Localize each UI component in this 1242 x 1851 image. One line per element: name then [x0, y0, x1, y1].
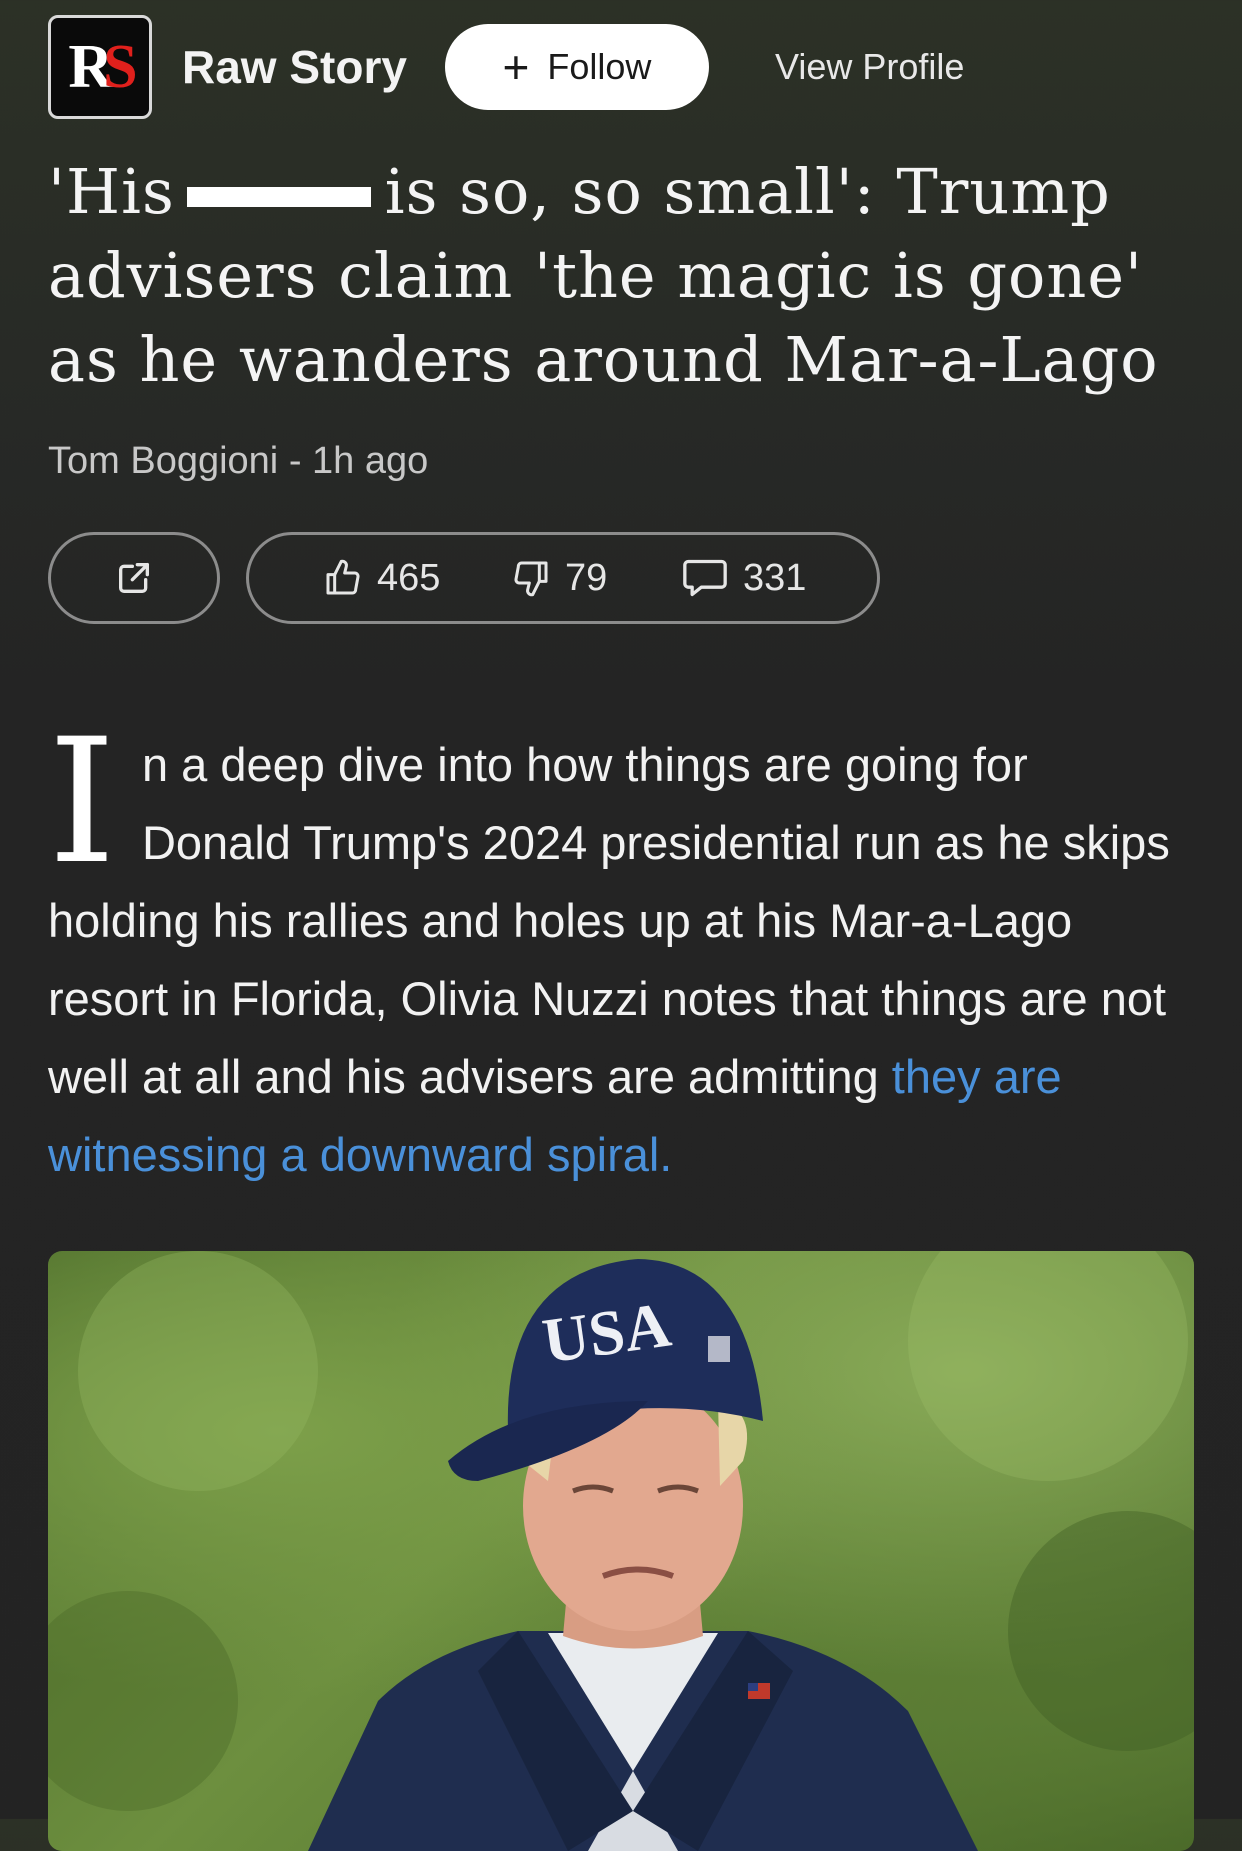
like-count: 465	[377, 556, 441, 599]
raw-story-logo[interactable]: RS	[48, 15, 152, 119]
publisher-header: RS Raw Story + Follow View Profile	[48, 13, 964, 121]
reaction-bar: 465 79 331	[246, 532, 880, 624]
comment-count: 331	[743, 556, 807, 599]
like-button[interactable]: 465	[323, 557, 511, 600]
redaction-bar	[186, 186, 371, 207]
article-body: In a deep dive into how things are going…	[48, 701, 1188, 1194]
thumbs-down-icon	[514, 561, 548, 597]
comment-button[interactable]: 331	[681, 556, 806, 600]
thumbs-up-icon	[326, 559, 360, 595]
byline: Tom Boggioni - 1h ago	[48, 440, 428, 483]
dislike-count: 79	[565, 556, 608, 599]
article-title: 'His is so, so small': Trump advisers cla…	[48, 150, 1208, 402]
comment-icon	[683, 559, 727, 597]
photo-illustration: USA	[48, 1251, 1194, 1851]
follow-label: Follow	[547, 46, 652, 87]
share-icon	[119, 563, 149, 593]
author-name[interactable]: Tom Boggioni	[48, 440, 278, 482]
view-profile-link[interactable]: View Profile	[775, 46, 964, 88]
byline-separator: -	[288, 440, 302, 482]
publisher-name[interactable]: Raw Story	[182, 40, 407, 94]
plus-icon: +	[502, 41, 530, 93]
title-part-1: 'His	[48, 155, 175, 228]
publish-time: 1h ago	[312, 440, 429, 482]
article-photo[interactable]: USA	[48, 1251, 1194, 1851]
drop-cap: I	[48, 701, 116, 902]
share-button[interactable]	[48, 532, 220, 624]
dislike-button[interactable]: 79	[511, 557, 681, 600]
body-text: n a deep dive into how things are going …	[48, 738, 1170, 1103]
follow-button[interactable]: + Follow	[444, 24, 709, 110]
